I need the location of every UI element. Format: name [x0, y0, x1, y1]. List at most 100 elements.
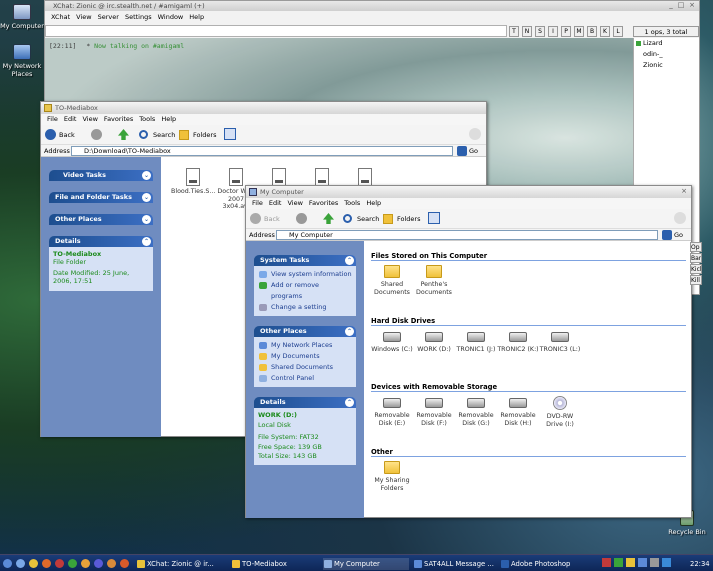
- menu-item-window[interactable]: Window: [158, 13, 184, 21]
- go-button[interactable]: Go: [457, 146, 478, 156]
- mode-button-k[interactable]: K: [600, 26, 610, 37]
- search-button[interactable]: Search: [343, 212, 379, 226]
- task-link[interactable]: Shared Documents: [258, 362, 352, 373]
- menu-item-xchat[interactable]: XChat: [51, 13, 70, 21]
- drive-item[interactable]: Removable Disk (G:): [454, 396, 498, 427]
- chevron-up-icon[interactable]: ⌃: [142, 237, 151, 246]
- mycomputer-titlebar[interactable]: My Computer ×: [246, 186, 691, 198]
- menu-item-file[interactable]: File: [47, 115, 58, 123]
- mode-button-b[interactable]: B: [587, 26, 597, 37]
- folder-item[interactable]: Penthe's Documents: [412, 265, 456, 296]
- user-list-item[interactable]: Lizard: [634, 38, 699, 49]
- xchat-titlebar[interactable]: XChat: Zionic @ irc.stealth.net / #amiga…: [45, 1, 699, 11]
- user-list-item[interactable]: odin-_: [634, 49, 699, 60]
- mode-button-t[interactable]: T: [509, 26, 519, 37]
- go-button[interactable]: Go: [662, 230, 683, 240]
- xchat-userlist-button[interactable]: Kill: [690, 275, 702, 285]
- tray-icon[interactable]: [650, 558, 659, 567]
- taskbar-button[interactable]: Adobe Photoshop: [500, 558, 596, 570]
- quick-launch-icon[interactable]: [68, 559, 77, 568]
- quick-launch-icon[interactable]: [81, 559, 90, 568]
- menu-item-help[interactable]: Help: [366, 199, 381, 207]
- quick-launch-icon[interactable]: [16, 559, 25, 568]
- quick-launch-icon[interactable]: [55, 559, 64, 568]
- drive-item[interactable]: Removable Disk (H:): [496, 396, 540, 427]
- up-folder-icon[interactable]: [323, 213, 334, 224]
- minimize-icon[interactable]: _: [667, 2, 675, 10]
- mode-button-n[interactable]: N: [522, 26, 532, 37]
- menu-item-edit[interactable]: Edit: [269, 199, 282, 207]
- menu-item-favorites[interactable]: Favorites: [104, 115, 133, 123]
- address-input[interactable]: D:\Download\TO-Mediabox: [71, 146, 453, 156]
- task-link[interactable]: My Documents: [258, 351, 352, 362]
- views-icon[interactable]: [428, 212, 440, 224]
- other-places-header[interactable]: Other Places ⌃: [254, 326, 356, 337]
- drive-item[interactable]: Windows (C:): [370, 330, 414, 354]
- up-folder-icon[interactable]: [118, 129, 129, 140]
- address-input[interactable]: My Computer: [276, 230, 658, 240]
- topic-input[interactable]: [45, 25, 507, 37]
- other-places-header[interactable]: Other Places ⌄: [49, 214, 153, 225]
- views-icon[interactable]: [224, 128, 236, 140]
- menu-item-favorites[interactable]: Favorites: [309, 199, 338, 207]
- close-icon[interactable]: ×: [680, 188, 688, 196]
- folder-item[interactable]: Shared Documents: [370, 265, 414, 296]
- xchat-userlist-button[interactable]: Kick: [690, 264, 702, 274]
- maximize-icon[interactable]: □: [677, 2, 685, 10]
- menu-item-file[interactable]: File: [252, 199, 263, 207]
- tray-icon[interactable]: [614, 558, 623, 567]
- folder-item[interactable]: My Sharing Folders: [370, 461, 414, 492]
- drive-item[interactable]: Removable Disk (F:): [412, 396, 456, 427]
- menu-item-view[interactable]: View: [82, 115, 97, 123]
- quick-launch-icon[interactable]: [120, 559, 129, 568]
- tray-icon[interactable]: [626, 558, 635, 567]
- user-list-item[interactable]: Zionic: [634, 60, 699, 71]
- task-link[interactable]: Add or remove programs: [258, 280, 352, 302]
- details-header[interactable]: Details ⌃: [49, 236, 153, 247]
- mode-button-i[interactable]: I: [548, 26, 558, 37]
- task-link[interactable]: View system information: [258, 269, 352, 280]
- back-button[interactable]: Back: [250, 212, 280, 226]
- menu-item-view[interactable]: View: [287, 199, 302, 207]
- taskbar-button[interactable]: XChat: Zionic @ ir...: [136, 558, 227, 570]
- menu-item-tools[interactable]: Tools: [344, 199, 360, 207]
- chevron-up-icon[interactable]: ⌃: [345, 398, 354, 407]
- mediabox-titlebar[interactable]: TO-Mediabox: [41, 102, 486, 114]
- chevron-down-icon[interactable]: ⌄: [142, 215, 151, 224]
- taskbar-button[interactable]: SAT4ALL Message ...: [413, 558, 496, 570]
- folders-button[interactable]: Folders: [179, 128, 216, 142]
- xchat-userlist-button[interactable]: Ban: [690, 253, 702, 263]
- quick-launch-icon[interactable]: [107, 559, 116, 568]
- desktop-icon-my-computer[interactable]: My Computer: [0, 4, 44, 30]
- task-link[interactable]: Change a setting: [258, 302, 352, 313]
- menu-item-help[interactable]: Help: [189, 13, 204, 21]
- menu-item-help[interactable]: Help: [161, 115, 176, 123]
- drive-item[interactable]: WORK (D:): [412, 330, 456, 354]
- menu-item-server[interactable]: Server: [98, 13, 119, 21]
- mode-button-m[interactable]: M: [574, 26, 584, 37]
- quick-launch-icon[interactable]: [94, 559, 103, 568]
- drive-item[interactable]: TRONIC3 (L:): [538, 330, 582, 354]
- chevron-down-icon[interactable]: ⌄: [142, 171, 151, 180]
- desktop-icon-network-places[interactable]: My Network Places: [0, 44, 44, 78]
- taskbar-button[interactable]: TO-Mediabox: [231, 558, 319, 570]
- menu-item-settings[interactable]: Settings: [125, 13, 152, 21]
- mode-button-s[interactable]: S: [535, 26, 545, 37]
- drive-item[interactable]: DVD-RW Drive (I:): [538, 396, 582, 428]
- drive-item[interactable]: TRONIC2 (K:): [496, 330, 540, 354]
- taskbar-button[interactable]: My Computer: [323, 558, 409, 570]
- drive-item[interactable]: TRONIC1 (J:): [454, 330, 498, 354]
- system-tasks-header[interactable]: System Tasks ⌃: [254, 255, 356, 266]
- chevron-down-icon[interactable]: ⌄: [142, 193, 151, 202]
- forward-arrow-icon[interactable]: [91, 129, 102, 140]
- video-tasks-header[interactable]: Video Tasks ⌄: [49, 170, 153, 181]
- back-button[interactable]: Back: [45, 128, 75, 142]
- tray-icon[interactable]: [662, 558, 671, 567]
- file-folder-tasks-header[interactable]: File and Folder Tasks ⌄: [49, 192, 153, 203]
- file-item[interactable]: Blood.Ties.S...: [171, 168, 215, 196]
- xchat-userlist-button[interactable]: Op: [690, 242, 702, 252]
- close-icon[interactable]: ×: [688, 2, 696, 10]
- start-orb-icon[interactable]: [3, 559, 12, 568]
- mode-button-l[interactable]: L: [613, 26, 623, 37]
- tray-icon[interactable]: [638, 558, 647, 567]
